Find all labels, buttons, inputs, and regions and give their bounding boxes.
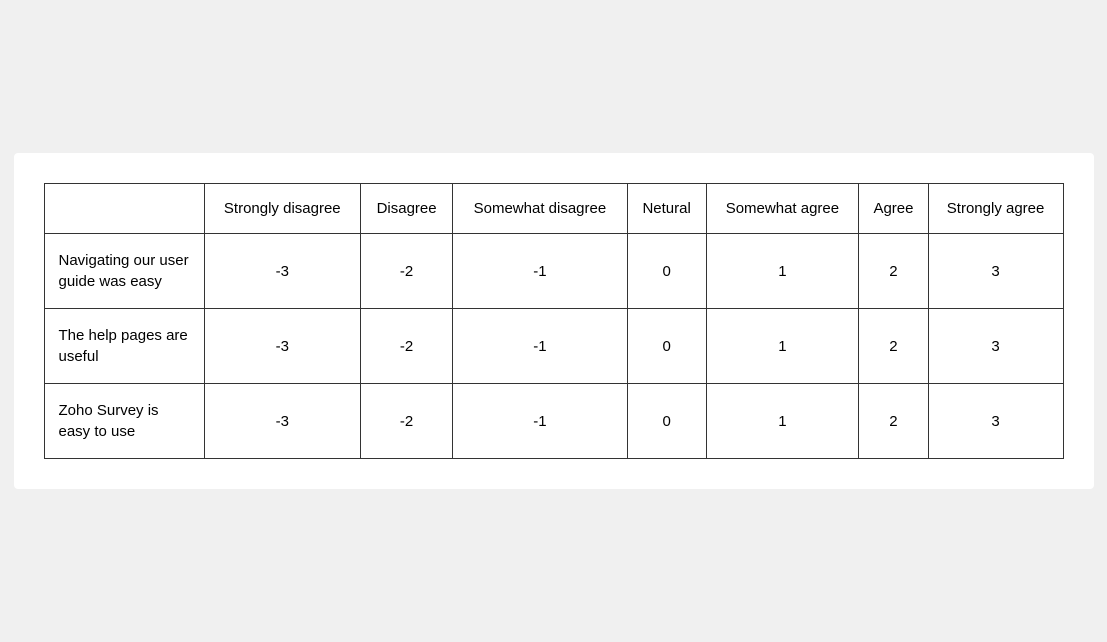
cell-1-6: 2 — [859, 234, 928, 309]
cell-3-4: 0 — [627, 384, 706, 459]
row-label-2: The help pages are useful — [44, 309, 204, 384]
cell-1-3: -1 — [453, 234, 628, 309]
cell-3-3: -1 — [453, 384, 628, 459]
header-somewhat-agree: Somewhat agree — [706, 184, 859, 234]
cell-2-3: -1 — [453, 309, 628, 384]
rating-table: Strongly disagree Disagree Somewhat disa… — [44, 183, 1064, 459]
header-agree: Agree — [859, 184, 928, 234]
table-container: Strongly disagree Disagree Somewhat disa… — [14, 153, 1094, 489]
cell-2-6: 2 — [859, 309, 928, 384]
cell-1-2: -2 — [361, 234, 453, 309]
cell-1-1: -3 — [204, 234, 361, 309]
table-row: Zoho Survey is easy to use -3 -2 -1 0 1 … — [44, 384, 1063, 459]
cell-1-4: 0 — [627, 234, 706, 309]
cell-3-5: 1 — [706, 384, 859, 459]
header-disagree: Disagree — [361, 184, 453, 234]
table-row: The help pages are useful -3 -2 -1 0 1 2… — [44, 309, 1063, 384]
cell-3-7: 3 — [928, 384, 1063, 459]
header-strongly-disagree: Strongly disagree — [204, 184, 361, 234]
header-somewhat-disagree: Somewhat disagree — [453, 184, 628, 234]
cell-3-2: -2 — [361, 384, 453, 459]
cell-2-5: 1 — [706, 309, 859, 384]
header-empty — [44, 184, 204, 234]
cell-1-5: 1 — [706, 234, 859, 309]
header-neutral: Netural — [627, 184, 706, 234]
cell-2-2: -2 — [361, 309, 453, 384]
cell-3-6: 2 — [859, 384, 928, 459]
cell-2-7: 3 — [928, 309, 1063, 384]
row-label-3: Zoho Survey is easy to use — [44, 384, 204, 459]
table-row: Navigating our user guide was easy -3 -2… — [44, 234, 1063, 309]
cell-2-4: 0 — [627, 309, 706, 384]
header-strongly-agree: Strongly agree — [928, 184, 1063, 234]
cell-3-1: -3 — [204, 384, 361, 459]
row-label-1: Navigating our user guide was easy — [44, 234, 204, 309]
header-row: Strongly disagree Disagree Somewhat disa… — [44, 184, 1063, 234]
cell-1-7: 3 — [928, 234, 1063, 309]
cell-2-1: -3 — [204, 309, 361, 384]
